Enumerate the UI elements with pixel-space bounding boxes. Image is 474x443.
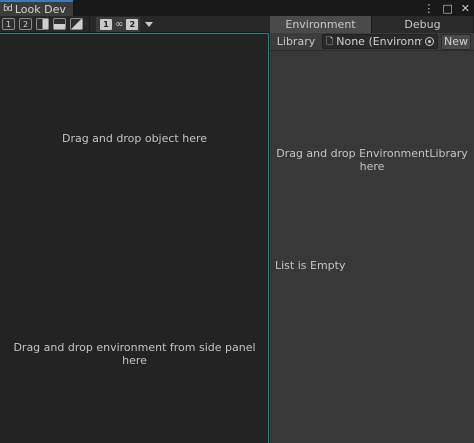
look-dev-tab[interactable]: ɓd Look Dev xyxy=(0,0,73,16)
drop-library-hint: Drag and drop EnvironmentLibrary here xyxy=(276,147,468,173)
drop-environment-hint: Drag and drop environment from side pane… xyxy=(13,341,256,367)
custom-split-button[interactable] xyxy=(70,18,83,30)
close-icon[interactable]: ✕ xyxy=(461,2,470,15)
library-field-value: None (Environment xyxy=(336,35,422,48)
list-empty-message: List is Empty xyxy=(275,259,346,272)
chevron-down-icon[interactable] xyxy=(145,21,154,27)
single-view-2-button[interactable]: 2 xyxy=(19,18,32,30)
window-tab-bar: ɓd Look Dev ⋮ □ ✕ xyxy=(0,0,474,16)
library-object-field[interactable]: 🗋 None (Environment xyxy=(322,34,438,49)
maximize-icon[interactable]: □ xyxy=(442,2,452,15)
tab-title: Look Dev xyxy=(14,2,66,16)
side-panel: Environment Debug Library 🗋 None (Enviro… xyxy=(270,16,474,443)
toolbar-divider xyxy=(89,17,90,31)
tab-environment[interactable]: Environment xyxy=(270,16,372,33)
tab-debug[interactable]: Debug xyxy=(372,16,474,33)
single-view-1-button[interactable]: 1 xyxy=(2,18,15,30)
view-toolbar: 1 2 1 ∞ 2 xyxy=(0,16,270,33)
library-label: Library xyxy=(276,35,316,48)
more-menu-icon[interactable]: ⋮ xyxy=(423,2,434,15)
environment-2-button[interactable]: 2 xyxy=(126,18,139,30)
new-library-button[interactable]: New xyxy=(441,33,471,50)
environment-1-button[interactable]: 1 xyxy=(100,18,112,30)
side-panel-tabs: Environment Debug xyxy=(270,16,474,33)
horizontal-split-button[interactable] xyxy=(53,18,66,30)
drop-object-hint: Drag and drop object here xyxy=(61,132,208,145)
environment-link-group: 1 ∞ 2 xyxy=(96,16,141,32)
object-picker-icon[interactable] xyxy=(425,37,434,46)
look-dev-icon: ɓd xyxy=(3,4,13,14)
main-viewport[interactable]: Drag and drop object here Drag and drop … xyxy=(0,33,269,443)
window-controls: ⋮ □ ✕ xyxy=(423,0,470,16)
vertical-split-button[interactable] xyxy=(36,18,49,30)
library-row: Library 🗋 None (Environment New xyxy=(270,33,474,51)
file-icon: 🗋 xyxy=(326,36,334,47)
link-icon[interactable]: ∞ xyxy=(115,19,123,30)
